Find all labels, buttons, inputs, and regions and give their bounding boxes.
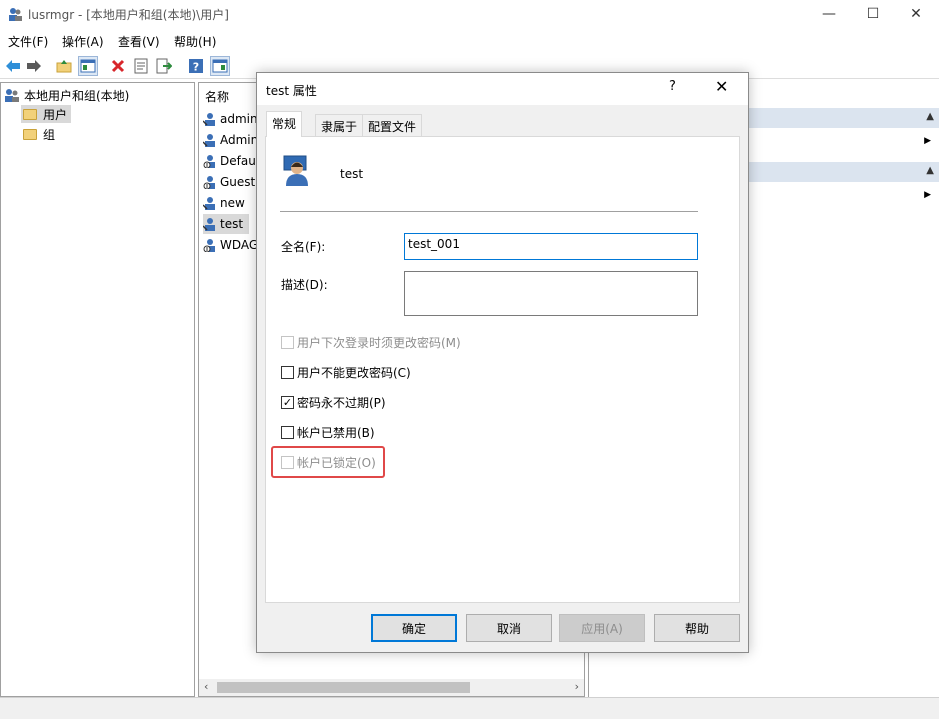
- expand-right-icon[interactable]: ▶: [924, 136, 931, 146]
- apply-button[interactable]: 应用(A): [559, 614, 645, 642]
- dialog-title-bar: test 属性 ? ✕: [257, 73, 748, 105]
- user-icon: [203, 218, 215, 231]
- minimize-button[interactable]: —: [806, 0, 852, 28]
- checkbox-box[interactable]: [281, 366, 294, 379]
- disabled-user-icon: [203, 155, 215, 168]
- disabled-user-icon: [203, 239, 215, 252]
- menu-view[interactable]: 查看(V): [118, 33, 160, 50]
- help-icon[interactable]: ?: [186, 56, 206, 76]
- title-bar: lusrmgr - [本地用户和组(本地)\用户] — ☐ ✕: [0, 0, 939, 28]
- svg-text:?: ?: [193, 61, 199, 74]
- must-change-password-checkbox[interactable]: 用户下次登录时须更改密码(M): [281, 334, 461, 351]
- status-bar: [0, 697, 939, 719]
- checkbox-box[interactable]: [281, 426, 294, 439]
- tree-item-label: 组: [43, 127, 56, 142]
- checkbox-box[interactable]: [281, 336, 294, 349]
- export-list-icon[interactable]: [154, 56, 174, 76]
- tab-general[interactable]: 常规: [266, 111, 303, 137]
- delete-icon[interactable]: [108, 56, 128, 76]
- menu-action[interactable]: 操作(A): [62, 33, 104, 50]
- user-icon: [203, 134, 215, 147]
- maximize-button[interactable]: ☐: [850, 0, 896, 28]
- forward-arrow-icon[interactable]: [24, 56, 44, 76]
- user-icon: [203, 113, 215, 126]
- menu-bar: 文件(F) 操作(A) 查看(V) 帮助(H): [0, 30, 939, 52]
- show-tree-icon[interactable]: [78, 56, 98, 76]
- up-folder-icon[interactable]: [54, 56, 74, 76]
- dialog-title: test 属性: [266, 84, 317, 98]
- description-label: 描述(D):: [281, 278, 328, 292]
- list-item[interactable]: WDAG: [203, 235, 258, 255]
- fullname-label: 全名(F):: [281, 240, 326, 254]
- highlight-box: [271, 446, 385, 478]
- scrollbar-thumb[interactable]: [217, 682, 470, 693]
- close-window-button[interactable]: ✕: [893, 0, 939, 28]
- list-item[interactable]: Admin: [203, 130, 258, 150]
- window-title: lusrmgr - [本地用户和组(本地)\用户]: [28, 8, 229, 22]
- tree-pane: 本地用户和组(本地) 用户 组: [0, 82, 195, 697]
- list-item[interactable]: Guest: [203, 172, 255, 192]
- list-item[interactable]: Defau: [203, 151, 256, 171]
- separator: [280, 211, 698, 212]
- menu-file[interactable]: 文件(F): [8, 33, 48, 50]
- cannot-change-password-checkbox[interactable]: 用户不能更改密码(C): [281, 364, 411, 381]
- description-input[interactable]: [404, 271, 698, 316]
- column-header-name[interactable]: 名称: [205, 88, 229, 105]
- folder-icon: [23, 128, 37, 140]
- ok-button[interactable]: 确定: [371, 614, 457, 642]
- tree-root-label: 本地用户和组(本地): [24, 88, 130, 103]
- users-groups-icon: [5, 89, 19, 102]
- back-arrow-icon[interactable]: [3, 56, 23, 76]
- tree-item-users[interactable]: 用户: [21, 105, 72, 123]
- checkmark-icon[interactable]: ✓: [281, 396, 294, 409]
- folder-icon: [23, 108, 37, 120]
- dialog-close-button[interactable]: ✕: [715, 77, 728, 96]
- menu-help[interactable]: 帮助(H): [174, 33, 216, 50]
- tree-root[interactable]: 本地用户和组(本地): [4, 86, 129, 104]
- scroll-left-icon[interactable]: ‹: [204, 680, 208, 693]
- list-item[interactable]: test: [203, 214, 250, 234]
- list-item[interactable]: new: [203, 193, 245, 213]
- user-icon: [203, 197, 215, 210]
- properties-icon[interactable]: [131, 56, 151, 76]
- dialog-help-button[interactable]: ?: [669, 79, 676, 94]
- disabled-user-icon: [203, 176, 215, 189]
- user-icon: [283, 155, 308, 186]
- fullname-input[interactable]: test_001: [404, 233, 698, 260]
- users-app-icon: [9, 8, 22, 21]
- tree-item-label: 用户: [43, 107, 68, 122]
- cancel-button[interactable]: 取消: [466, 614, 552, 642]
- tree-item-groups[interactable]: 组: [23, 125, 55, 143]
- tab-member-of[interactable]: 隶属于: [315, 114, 364, 136]
- account-disabled-checkbox[interactable]: 帐户已禁用(B): [281, 424, 375, 441]
- password-never-expires-checkbox[interactable]: ✓ 密码永不过期(P): [281, 394, 386, 411]
- list-item[interactable]: admin: [203, 109, 258, 129]
- scroll-right-icon[interactable]: ›: [575, 680, 579, 693]
- collapse-up-icon[interactable]: ▲: [926, 111, 934, 122]
- username-label: test: [340, 167, 364, 181]
- expand-right-icon[interactable]: ▶: [924, 190, 931, 200]
- horizontal-scrollbar[interactable]: ‹ ›: [199, 679, 584, 696]
- tab-profile[interactable]: 配置文件: [362, 114, 423, 136]
- properties-dialog: test 属性 ? ✕ 常规 隶属于 配置文件 test 全名(F): test…: [256, 72, 749, 653]
- general-tab-panel: test 全名(F): test_001 描述(D): 用户下次登录时须更改密码…: [265, 136, 740, 603]
- action-pane-icon[interactable]: [210, 56, 230, 76]
- collapse-up-icon[interactable]: ▲: [926, 165, 934, 176]
- help-button[interactable]: 帮助: [654, 614, 740, 642]
